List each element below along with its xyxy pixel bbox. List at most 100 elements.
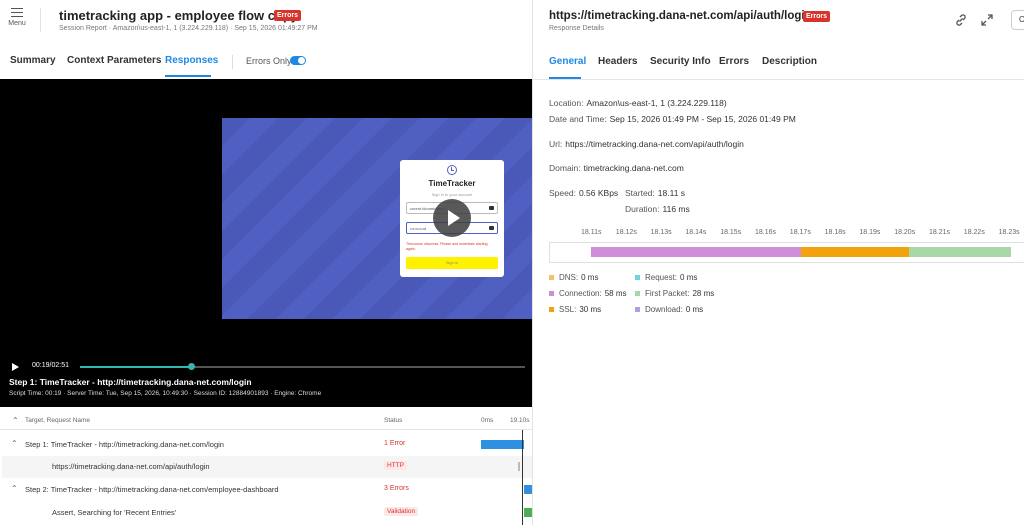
header-divider: [40, 8, 41, 32]
timeline-tick: 18.20s: [894, 229, 916, 236]
menu-button[interactable]: Menu: [6, 8, 28, 27]
legend-download: Download: 0 ms: [635, 305, 703, 314]
row-status: 3 Errors: [384, 485, 409, 492]
legend-value: 58 ms: [604, 289, 627, 298]
duration-value: 116 ms: [662, 204, 690, 214]
response-url-title: https://timetracking.dana-net.com/api/au…: [549, 10, 812, 22]
timeline-tick: 18.18s: [824, 229, 846, 236]
session-subtitle: Session Report · Amazon\us-east-1, 1 (3.…: [59, 25, 318, 32]
tab-headers[interactable]: Headers: [598, 56, 637, 67]
connection-segment: [591, 247, 801, 257]
timeline-tick: 18.12s: [615, 229, 637, 236]
started-label: Started:: [625, 188, 655, 198]
first-packet-swatch: [635, 291, 640, 297]
errors-only-label: Errors Only: [246, 56, 292, 66]
domain-label: Domain:: [549, 163, 581, 173]
row-status: Validation: [384, 507, 419, 516]
expand-icon[interactable]: [979, 12, 995, 28]
speed-value: 0.56 KBps: [578, 188, 619, 198]
timeline-tick: 18.23s: [998, 229, 1020, 236]
link-icon[interactable]: [953, 12, 969, 28]
session-report-pane: Menu timetracking app - employee flow co…: [0, 0, 532, 525]
tab-errors[interactable]: Errors: [719, 56, 749, 67]
card-title: TimeTracker: [428, 179, 476, 188]
tab-responses[interactable]: Responses: [165, 55, 218, 66]
video-player: TimeTracker Sign in to your account cure…: [0, 79, 532, 407]
url-label: Url:: [549, 139, 563, 149]
play-overlay-icon[interactable]: [433, 199, 471, 237]
mail-icon: [489, 206, 494, 210]
row-name: Step 1: TimeTracker - http://timetrackin…: [25, 440, 224, 449]
timeline-tick: 18.19s: [859, 229, 881, 236]
legend-value: 28 ms: [692, 289, 715, 298]
duration-row: Duration: 116 ms: [625, 204, 690, 214]
waterfall-bar: [524, 508, 532, 517]
progress-handle[interactable]: [188, 363, 196, 370]
table-row[interactable]: ⌃ Step 1: TimeTracker - http://timetrack…: [0, 434, 532, 456]
legend-label: Request:: [645, 273, 678, 282]
requests-table-header: ⌃ Target, Request Name Status 0ms 19.10s: [0, 412, 532, 430]
play-icon[interactable]: [12, 363, 19, 371]
tab-context-parameters[interactable]: Context Parameters: [67, 55, 161, 66]
playback-progress[interactable]: [80, 363, 525, 370]
dns-swatch: [549, 275, 554, 281]
tab-description[interactable]: Description: [762, 56, 817, 67]
legend-ssl: SSL: 30 ms: [549, 305, 601, 314]
col-status: Status: [384, 417, 403, 424]
legend-value: 0 ms: [581, 273, 599, 282]
active-tab-indicator: [165, 75, 211, 77]
collapse-caret-icon[interactable]: ⌃: [11, 439, 18, 448]
eye-icon: [489, 226, 494, 230]
table-row[interactable]: Assert, Searching for 'Recent Entries' V…: [0, 502, 532, 524]
password-value: ••••••••••d: [410, 226, 427, 231]
ssl-segment: [801, 247, 909, 257]
tab-security-info[interactable]: Security Info: [650, 56, 711, 67]
row-name: Step 2: TimeTracker - http://timetrackin…: [25, 485, 279, 494]
col-target: Target, Request Name: [25, 417, 91, 424]
tab-summary[interactable]: Summary: [10, 55, 56, 66]
ssl-swatch: [549, 307, 554, 313]
row-status: HTTP: [384, 461, 407, 470]
clock-icon: [447, 165, 457, 175]
errors-only-toggle[interactable]: [290, 56, 306, 65]
datetime-value: Sep 15, 2026 01:49 PM - Sep 15, 2026 01:…: [609, 114, 796, 124]
header-bar: Menu timetracking app - employee flow co…: [0, 0, 532, 40]
legend-label: Download:: [645, 305, 683, 314]
row-status: 1 Error: [384, 440, 406, 447]
timeline-tick: 18.15s: [720, 229, 742, 236]
card-subtitle: Sign in to your account: [431, 192, 473, 197]
col-time-start: 0ms: [481, 417, 494, 424]
request-swatch: [635, 275, 640, 281]
speed-label: Speed:: [549, 188, 576, 198]
duration-label: Duration:: [625, 204, 660, 214]
location-label: Location:: [549, 98, 584, 108]
timeline-tick: 18.13s: [650, 229, 672, 236]
tab-general[interactable]: General: [549, 56, 586, 67]
row-name: Assert, Searching for 'Recent Entries': [52, 508, 177, 517]
legend-label: DNS:: [559, 273, 579, 282]
current-step-meta: Script Time: 00:19 · Server Time: Tue, S…: [9, 390, 322, 397]
speed-row: Speed: 0.56 KBps: [549, 188, 618, 198]
connection-swatch: [549, 291, 554, 297]
legend-request: Request: 0 ms: [635, 273, 697, 282]
sign-in-button: Sign in: [406, 257, 498, 269]
col-time-end: 19.10s: [510, 417, 530, 424]
url-value: https://timetracking.dana-net.com/api/au…: [565, 139, 744, 149]
table-row[interactable]: https://timetracking.dana-net.com/api/au…: [2, 456, 532, 478]
collapse-all-icon[interactable]: ⌃: [12, 416, 19, 425]
started-row: Started: 18.11 s: [625, 188, 685, 198]
close-button[interactable]: C: [1011, 10, 1024, 30]
download-swatch: [635, 307, 640, 313]
errors-badge: Errors: [274, 10, 302, 21]
recorded-screen: TimeTracker Sign in to your account cure…: [222, 118, 532, 319]
row-name: https://timetracking.dana-net.com/api/au…: [52, 462, 210, 471]
page-title: timetracking app - employee flow copy: [59, 8, 299, 23]
timeline-tick: 18.14s: [685, 229, 707, 236]
legend-value: 0 ms: [685, 305, 704, 314]
collapse-caret-icon[interactable]: ⌃: [11, 484, 18, 493]
response-details-pane: https://timetracking.dana-net.com/api/au…: [533, 0, 1024, 525]
table-row[interactable]: ⌃ Step 2: TimeTracker - http://timetrack…: [0, 479, 532, 501]
timeline-tick: 18.22s: [963, 229, 985, 236]
hamburger-icon: [11, 8, 23, 17]
timeline-tick: 18.17s: [789, 229, 811, 236]
